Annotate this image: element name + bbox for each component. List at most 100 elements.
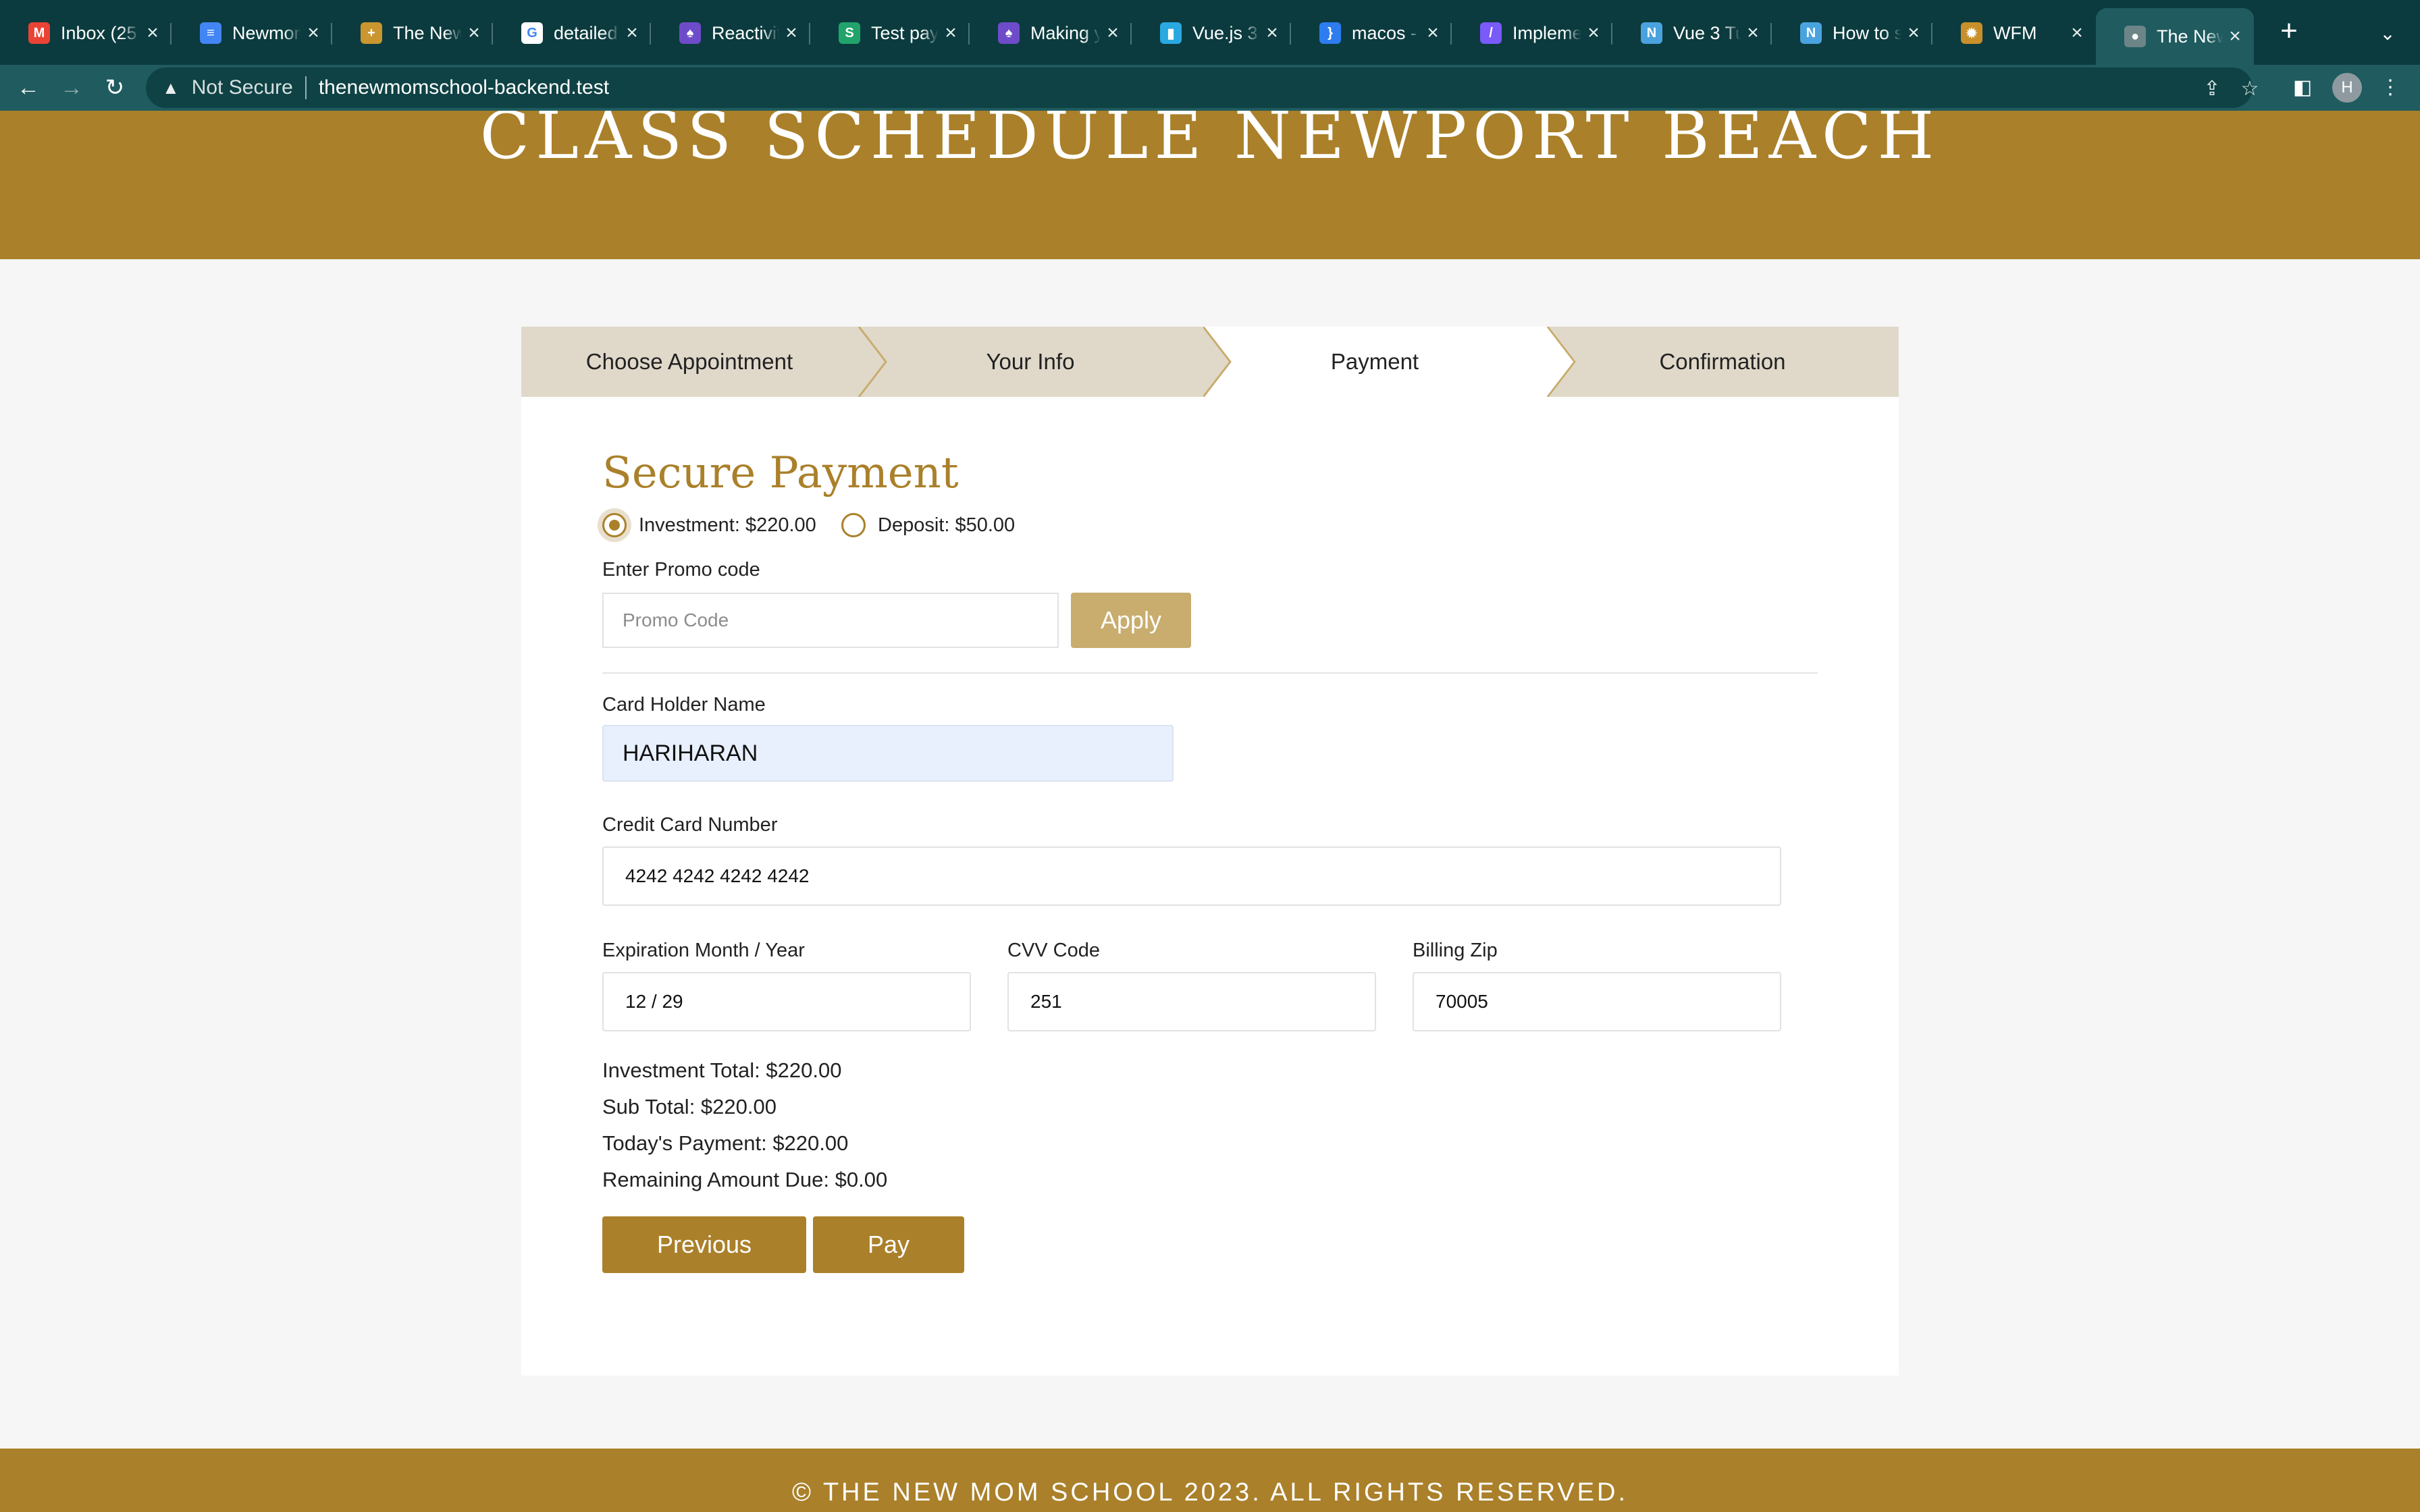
close-icon[interactable]: ×	[462, 22, 486, 45]
step-your-info: Your Info	[858, 327, 1203, 397]
promo-code-input[interactable]: Promo Code	[602, 593, 1059, 648]
deposit-option[interactable]: Deposit: $50.00	[841, 513, 1015, 537]
card-number-input[interactable]: 4242 4242 4242 4242	[602, 846, 1781, 906]
close-icon[interactable]: ×	[1741, 22, 1765, 45]
browser-tab[interactable]: ♠ Reactivit ×	[651, 8, 810, 58]
chart-icon: ▮	[1160, 22, 1182, 44]
step-label: Your Info	[986, 349, 1075, 374]
checkout-steps: Choose Appointment Your Info Payment Con…	[521, 327, 1899, 397]
page-title: CLASS SCHEDULE NEWPORT BEACH	[479, 111, 1941, 173]
expiry-label: Expiration Month / Year	[602, 940, 805, 961]
step-payment: Payment	[1203, 327, 1546, 397]
expiry-input[interactable]: 12 / 29	[602, 972, 971, 1031]
site-icon: +	[361, 22, 382, 44]
more-menu-icon[interactable]: ⋮	[2374, 72, 2406, 104]
browser-tab[interactable]: ♠ Making y ×	[970, 8, 1132, 58]
new-tab-button[interactable]: +	[2270, 12, 2308, 50]
step-divider-arrow	[1546, 327, 1576, 397]
close-icon[interactable]: ×	[1260, 22, 1284, 45]
stripe-icon: S	[839, 22, 860, 44]
copyright-text: © THE NEW MOM SCHOOL 2023. ALL RIGHTS RE…	[791, 1478, 1629, 1507]
tab-title: Inbox (25	[61, 22, 137, 43]
tab-title: Vue.js 3	[1192, 22, 1258, 43]
previous-button[interactable]: Previous	[602, 1216, 806, 1273]
bookmark-star-icon[interactable]: ☆	[2236, 76, 2263, 103]
close-icon[interactable]: ×	[1101, 22, 1125, 45]
browser-tab[interactable]: ▮ Vue.js 3 ×	[1132, 8, 1291, 58]
footer: © THE NEW MOM SCHOOL 2023. ALL RIGHTS RE…	[0, 1449, 2420, 1512]
tab-title: WFM	[1993, 22, 2037, 43]
browser-tab[interactable]: + The New ×	[332, 8, 493, 58]
close-icon[interactable]: ×	[939, 22, 963, 45]
pay-button[interactable]: Pay	[813, 1216, 964, 1273]
url-text[interactable]: thenewmomschool-backend.test	[319, 76, 609, 99]
browser-tab[interactable]: N How to s ×	[1772, 8, 1932, 58]
tab-title: The New	[393, 22, 462, 43]
share-icon[interactable]: ⇪	[2199, 76, 2226, 103]
close-icon[interactable]: ×	[140, 22, 165, 45]
reload-icon[interactable]: ↻	[97, 70, 132, 105]
step-label: Choose Appointment	[585, 349, 793, 374]
investment-total: Investment Total: $220.00	[602, 1058, 842, 1082]
tab-title: macos -	[1352, 22, 1417, 43]
card-number-label: Credit Card Number	[602, 814, 778, 836]
card-holder-label: Card Holder Name	[602, 694, 766, 716]
step-label: Payment	[1330, 349, 1419, 374]
security-label: Not Secure	[191, 76, 293, 99]
browser-tab[interactable]: Gdetailed ×	[493, 8, 651, 58]
card-holder-input[interactable]: HARIHARAN	[602, 725, 1174, 782]
hero-banner: CLASS SCHEDULE NEWPORT BEACH	[0, 111, 2420, 259]
address-bar[interactable]: ▲ Not Secure thenewmomschool-backend.tes…	[146, 68, 2259, 108]
investment-option-label: Investment: $220.00	[639, 514, 816, 536]
back-arrow-icon[interactable]: ←	[11, 70, 46, 105]
stripe-icon: /	[1480, 22, 1502, 44]
profile-avatar[interactable]: H	[2332, 73, 2362, 103]
close-icon[interactable]: ×	[1581, 22, 1606, 45]
browser-toolbar: ← → ↻ ▲ Not Secure thenewmomschool-backe…	[0, 65, 2420, 111]
forward-arrow-icon[interactable]: →	[54, 70, 89, 105]
step-label: Confirmation	[1659, 349, 1786, 374]
browser-tab[interactable]: } macos - ×	[1291, 8, 1452, 58]
tab-title: Vue 3 Tu	[1673, 22, 1741, 43]
tab-title: detailed	[554, 22, 618, 43]
investment-option[interactable]: Investment: $220.00	[602, 513, 816, 537]
close-icon[interactable]: ×	[2065, 22, 2089, 45]
remaining-due: Remaining Amount Due: $0.00	[602, 1168, 888, 1191]
billing-zip-input[interactable]: 70005	[1413, 972, 1781, 1031]
cvv-label: CVV Code	[1007, 940, 1101, 961]
browser-tab[interactable]: ✹ WFM ×	[1932, 8, 2096, 58]
tab-title: Impleme	[1512, 22, 1581, 43]
rocket-icon: ♠	[679, 22, 701, 44]
browser-tab[interactable]: ≡ Newmom×	[172, 8, 332, 58]
rocket-icon: ♠	[998, 22, 1020, 44]
apply-button[interactable]: Apply	[1071, 593, 1191, 648]
docs-icon: ≡	[200, 22, 221, 44]
step-choose-appointment: Choose Appointment	[521, 327, 858, 397]
tab-search-chevron-icon[interactable]: ⌄	[2371, 18, 2404, 50]
close-icon[interactable]: ×	[779, 22, 804, 45]
google-icon: G	[521, 22, 543, 44]
browser-tab[interactable]: S Test pay ×	[810, 8, 970, 58]
close-icon[interactable]: ×	[301, 22, 325, 45]
wfm-icon: ✹	[1961, 22, 1982, 44]
browser-tab-active[interactable]: ● The New ×	[2096, 8, 2254, 65]
vue-icon: N	[1641, 22, 1662, 44]
cvv-input[interactable]: 251	[1007, 972, 1376, 1031]
warning-icon: ▲	[162, 77, 180, 98]
close-icon[interactable]: ×	[2223, 25, 2247, 48]
divider	[602, 672, 1818, 674]
promo-label: Enter Promo code	[602, 559, 760, 580]
investment-radio[interactable]	[602, 513, 627, 537]
browser-tab[interactable]: N Vue 3 Tu ×	[1612, 8, 1772, 58]
tab-title: Newmom	[232, 22, 301, 43]
close-icon[interactable]: ×	[1421, 22, 1445, 45]
side-panel-icon[interactable]: ◧	[2286, 72, 2319, 104]
step-divider-arrow	[1203, 327, 1236, 397]
close-icon[interactable]: ×	[1901, 22, 1926, 45]
browser-tab-strip: MInbox (25×≡Newmom×+The New×Gdetailed×♠R…	[0, 0, 2420, 65]
browser-tab[interactable]: M Inbox (25 ×	[0, 8, 172, 58]
deposit-radio[interactable]	[841, 513, 866, 537]
browser-tab[interactable]: / Impleme ×	[1452, 8, 1612, 58]
close-icon[interactable]: ×	[620, 22, 644, 45]
deposit-option-label: Deposit: $50.00	[878, 514, 1016, 536]
